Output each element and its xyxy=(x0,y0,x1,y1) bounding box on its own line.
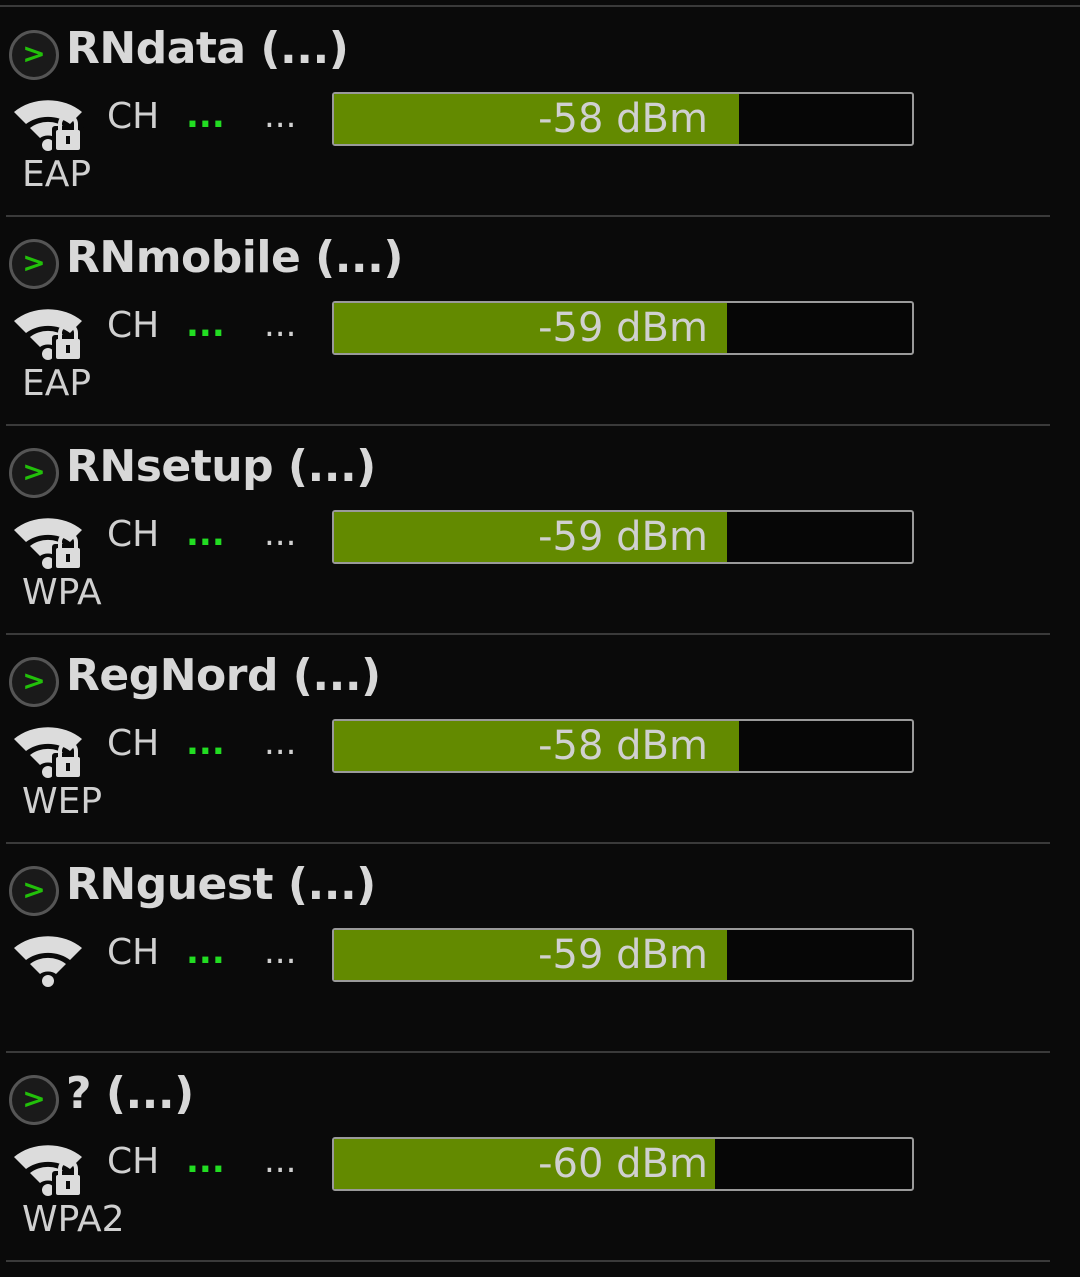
network-ssid: RNmobile (...) xyxy=(66,232,403,283)
network-list: > RNdata (...) CH ... ... -58 dBm EAP > … xyxy=(0,8,1080,1262)
network-item[interactable]: > RNdata (...) CH ... ... -58 dBm EAP xyxy=(6,8,1050,217)
signal-strength-text: -58 dBm xyxy=(538,723,708,769)
chevron-right-icon[interactable]: > xyxy=(9,657,59,707)
network-ssid: RNsetup (...) xyxy=(66,441,376,492)
channel-label: CH xyxy=(107,96,160,137)
security-type: WEP xyxy=(22,781,103,822)
channel-label: CH xyxy=(107,305,160,346)
channel-label: CH xyxy=(107,1141,160,1182)
wifi-lock-icon xyxy=(14,100,84,152)
signal-strength-text: -58 dBm xyxy=(538,96,708,142)
top-divider xyxy=(0,5,1080,7)
signal-strength-text: -59 dBm xyxy=(538,514,708,560)
security-type: EAP xyxy=(22,154,92,195)
signal-strength-bar: -59 dBm xyxy=(332,301,914,355)
network-item[interactable]: > RegNord (...) CH ... ... -58 dBm WEP xyxy=(6,635,1050,844)
signal-strength-bar: -58 dBm xyxy=(332,92,914,146)
signal-strength-bar: -59 dBm xyxy=(332,928,914,982)
network-ssid: RegNord (...) xyxy=(66,650,381,701)
network-ssid: RNguest (...) xyxy=(66,859,376,910)
security-type: EAP xyxy=(22,363,92,404)
channel-label: CH xyxy=(107,514,160,555)
wifi-lock-icon xyxy=(14,309,84,361)
signal-strength-bar: -58 dBm xyxy=(332,719,914,773)
signal-strength-text: -59 dBm xyxy=(538,305,708,351)
wifi-lock-icon xyxy=(14,727,84,779)
network-item[interactable]: > RNguest (...) CH ... ... -59 dBm xyxy=(6,844,1050,1053)
signal-strength-bar: -60 dBm xyxy=(332,1137,914,1191)
signal-strength-bar: -59 dBm xyxy=(332,510,914,564)
channel-value: ... xyxy=(186,305,225,345)
network-item[interactable]: > ? (...) CH ... ... -60 dBm WPA2 xyxy=(6,1053,1050,1262)
chevron-right-icon[interactable]: > xyxy=(9,30,59,80)
frequency-value: ... xyxy=(264,96,297,136)
wifi-lock-icon xyxy=(14,518,84,570)
channel-value: ... xyxy=(186,514,225,554)
signal-strength-text: -60 dBm xyxy=(538,1141,708,1187)
chevron-right-icon[interactable]: > xyxy=(9,1075,59,1125)
network-item[interactable]: > RNmobile (...) CH ... ... -59 dBm EAP xyxy=(6,217,1050,426)
security-type: WPA2 xyxy=(22,1199,125,1240)
security-type: WPA xyxy=(22,572,102,613)
signal-strength-text: -59 dBm xyxy=(538,932,708,978)
network-item[interactable]: > RNsetup (...) CH ... ... -59 dBm WPA xyxy=(6,426,1050,635)
channel-value: ... xyxy=(186,1141,225,1181)
chevron-right-icon[interactable]: > xyxy=(9,866,59,916)
channel-label: CH xyxy=(107,932,160,973)
channel-value: ... xyxy=(186,96,225,136)
chevron-right-icon[interactable]: > xyxy=(9,239,59,289)
frequency-value: ... xyxy=(264,305,297,345)
frequency-value: ... xyxy=(264,514,297,554)
network-ssid: ? (...) xyxy=(66,1068,194,1119)
frequency-value: ... xyxy=(264,1141,297,1181)
wifi-icon xyxy=(14,936,82,987)
channel-value: ... xyxy=(186,932,225,972)
frequency-value: ... xyxy=(264,932,297,972)
network-ssid: RNdata (...) xyxy=(66,23,349,74)
frequency-value: ... xyxy=(264,723,297,763)
channel-label: CH xyxy=(107,723,160,764)
channel-value: ... xyxy=(186,723,225,763)
wifi-lock-icon xyxy=(14,1145,84,1197)
chevron-right-icon[interactable]: > xyxy=(9,448,59,498)
